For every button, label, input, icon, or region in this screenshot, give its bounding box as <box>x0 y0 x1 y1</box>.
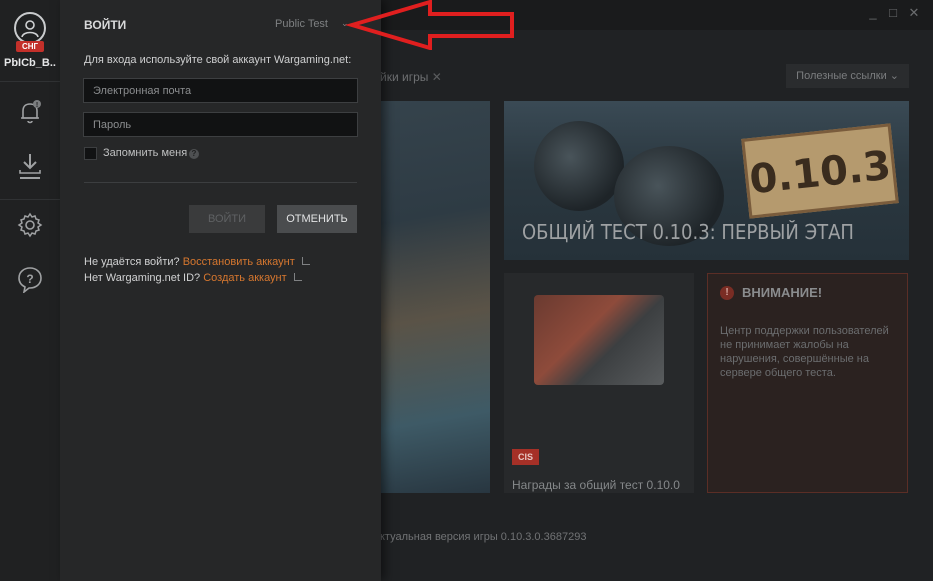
login-hint: Для входа используйте свой аккаунт Warga… <box>84 54 352 66</box>
create-account-link[interactable]: Создать аккаунт <box>203 272 286 284</box>
warning-icon: ! <box>720 286 734 300</box>
settings-gear-icon[interactable] <box>16 211 44 239</box>
app-window: _ □ ✕ йки игры ✕ Полезные ссылки ⌄ ктуал… <box>0 0 933 581</box>
close-icon[interactable]: ✕ <box>906 5 922 21</box>
help-question-icon[interactable]: ? <box>16 265 44 294</box>
divider <box>84 182 357 183</box>
warning-text: Центр поддержки пользователей не принима… <box>720 325 889 379</box>
no-id-line: Нет Wargaming.net ID? Создать аккаунт <box>84 272 302 284</box>
remember-label: Запомнить меня <box>103 147 188 159</box>
external-link-icon <box>293 273 302 281</box>
svg-text:?: ? <box>26 272 33 286</box>
version-badge-image: 0.10.3 <box>741 123 899 219</box>
help-icon[interactable]: ? <box>189 149 199 159</box>
region-badge: СНГ <box>16 41 44 52</box>
game-settings-tab[interactable]: йки игры ✕ <box>380 70 442 84</box>
useful-links-dropdown[interactable]: Полезные ссылки ⌄ <box>786 64 909 88</box>
minimize-icon[interactable]: _ <box>865 5 881 21</box>
remember-checkbox[interactable] <box>84 147 97 160</box>
divider <box>0 199 60 200</box>
cant-login-line: Не удаётся войти? Восстановить аккаунт <box>84 256 310 268</box>
external-link-icon <box>301 257 310 265</box>
user-icon <box>21 20 39 38</box>
cancel-button[interactable]: ОТМЕНИТЬ <box>277 205 357 233</box>
reward-card[interactable]: CIS Награды за общий тест 0.10.0 <box>504 273 694 493</box>
password-field[interactable] <box>83 112 358 137</box>
warning-card: ! ВНИМАНИЕ! Центр поддержки пользователе… <box>707 273 908 493</box>
main-news-card[interactable]: 0.10.3 ОБЩИЙ ТЕСТ 0.10.3: ПЕРВЫЙ ЭТАП <box>504 101 909 260</box>
sidebar: СНГ PbICb_B... ! ? <box>0 0 60 581</box>
notifications-bell-icon[interactable]: ! <box>16 98 44 126</box>
crate-image <box>534 295 664 385</box>
news-card-image[interactable] <box>380 101 490 493</box>
chevron-down-icon: ⌄ <box>889 70 899 82</box>
restore-account-link[interactable]: Восстановить аккаунт <box>183 256 295 268</box>
reward-caption: Награды за общий тест 0.10.0 <box>512 478 680 492</box>
divider <box>0 81 60 82</box>
login-panel: ВОЙТИ Public Test ⌄ Для входа используйт… <box>60 0 381 581</box>
login-button[interactable]: ВОЙТИ <box>189 205 265 233</box>
close-tab-icon[interactable]: ✕ <box>432 70 442 84</box>
email-field[interactable] <box>83 78 358 103</box>
warning-title: ВНИМАНИЕ! <box>742 285 823 300</box>
cis-badge: CIS <box>512 449 540 465</box>
main-card-title: ОБЩИЙ ТЕСТ 0.10.3: ПЕРВЫЙ ЭТАП <box>522 220 854 244</box>
user-name[interactable]: PbICb_B... <box>4 57 56 69</box>
svg-text:!: ! <box>36 102 38 109</box>
server-select[interactable]: Public Test <box>275 18 328 30</box>
binoculars-image <box>534 121 624 211</box>
avatar[interactable] <box>14 12 46 44</box>
maximize-icon[interactable]: □ <box>885 5 901 21</box>
login-title: ВОЙТИ <box>84 18 127 32</box>
game-version: ктуальная версия игры 0.10.3.0.3687293 <box>380 531 587 543</box>
download-icon[interactable] <box>16 151 44 179</box>
annotation-arrow-icon <box>344 0 514 50</box>
